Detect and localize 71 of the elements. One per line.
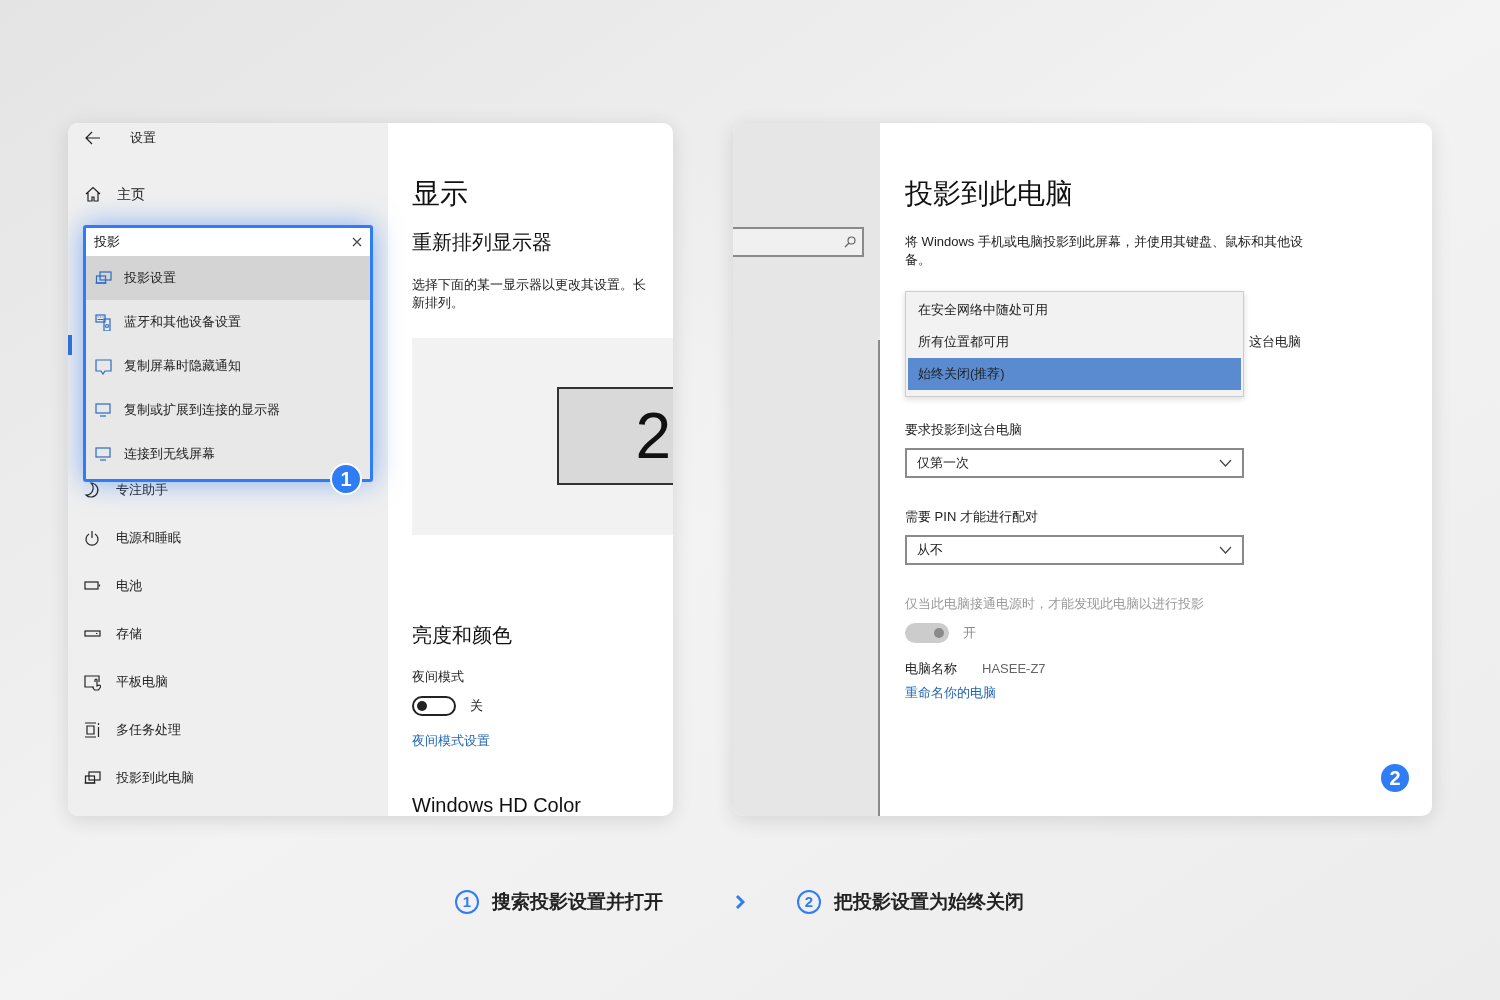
dropdown-option[interactable]: 在安全网络中随处可用 [908,294,1241,326]
monitor-tile[interactable]: 2 [557,387,673,485]
tablet-touch-icon [84,673,101,691]
setting-label: 仅当此电脑接通电源时，才能发现此电脑以进行投影 [905,595,1205,613]
search-icon [844,236,856,248]
chevron-down-icon [1219,546,1232,554]
close-icon [352,237,362,247]
setting-label: 要求投影到这台电脑 [905,421,1023,439]
step-caption: 把投影设置为始终关闭 [834,889,1024,914]
pc-name-value: HASEE-Z7 [982,660,1046,678]
selection-indicator [68,335,72,355]
nav-label: 投影到此电脑 [116,769,194,788]
section-heading: 亮度和颜色 [412,623,513,648]
nav-label: 专注助手 [116,481,168,500]
toggle-state: 开 [963,624,976,643]
nav-item[interactable]: 电源和睡眠 [68,514,388,562]
suggestion-item[interactable]: 蓝牙和其他设备设置 [86,300,370,344]
chevron-down-icon [1219,459,1232,467]
nav-item[interactable]: 平板电脑 [68,658,388,706]
nav-label: 多任务处理 [116,721,181,740]
suggestion-item[interactable]: 复制或扩展到连接的显示器 [86,388,370,432]
multitasking-icon [84,721,101,739]
step-number: 2 [797,890,821,914]
chevron-right-icon [735,894,745,910]
scrollbar[interactable] [878,340,880,816]
back-arrow-icon [85,131,101,145]
setting-label: 需要 PIN 才能进行配对 [905,508,1039,526]
keyboard-device-icon [95,313,112,331]
setting-label: 夜间模式 [412,668,465,686]
nav-label: 主页 [117,184,145,204]
toggle-switch[interactable] [412,696,456,716]
nav-label: 平板电脑 [116,673,168,692]
suggestion-item[interactable]: 复制屏幕时隐藏通知 [86,344,370,388]
moon-icon [84,481,101,499]
dropdown[interactable]: 仅第一次 [905,448,1244,478]
section-heading: Windows HD Color [412,794,582,816]
nav-item[interactable]: 存储 [68,610,388,658]
step-badge: 2 [1379,762,1411,794]
setting-label: 这台电脑 [1249,333,1302,351]
monitor-icon [95,445,112,463]
dropdown-option[interactable]: 所有位置都可用 [908,326,1241,358]
nav-item[interactable]: 电池 [68,562,388,610]
settings-link[interactable]: 夜间模式设置 [412,732,490,750]
nav-item[interactable]: 投影到此电脑 [68,754,388,802]
description-text: 选择下面的某一显示器以更改其设置。长 新排列。 [412,276,647,312]
window-title: 设置 [130,129,156,148]
toggle-state: 关 [470,697,483,716]
projector-screens-icon [95,269,112,287]
step-number: 1 [455,890,479,914]
speech-bubble-icon [95,357,112,375]
page-title: 投影到此电脑 [905,177,1074,211]
page-title: 显示 [412,177,469,211]
description-text: 将 Windows 手机或电脑投影到此屏幕，并使用其键盘、鼠标和其他设 备。 [905,233,1304,269]
setting-label: 电脑名称 [905,660,957,678]
search-field[interactable]: 投影 [86,228,370,256]
suggestion-item[interactable]: 投影设置 [86,256,370,300]
nav-item[interactable]: 多任务处理 [68,706,388,754]
power-icon [84,529,101,547]
dropdown-option[interactable]: 始终关闭(推荐) [908,358,1241,390]
home-icon [85,186,101,202]
monitor-icon [95,401,112,419]
step-caption: 搜索投影设置并打开 [492,889,663,914]
nav-label: 电池 [116,577,142,596]
search-field[interactable] [733,227,864,257]
nav-label: 存储 [116,625,142,644]
dropdown[interactable]: 从不 [905,535,1244,565]
section-heading: 重新排列显示器 [412,230,553,255]
nav-label: 电源和睡眠 [116,529,181,548]
nav-item[interactable]: 主页 [68,180,388,208]
settings-link[interactable]: 重命名你的电脑 [905,684,996,702]
projector-screens-icon [84,769,101,787]
